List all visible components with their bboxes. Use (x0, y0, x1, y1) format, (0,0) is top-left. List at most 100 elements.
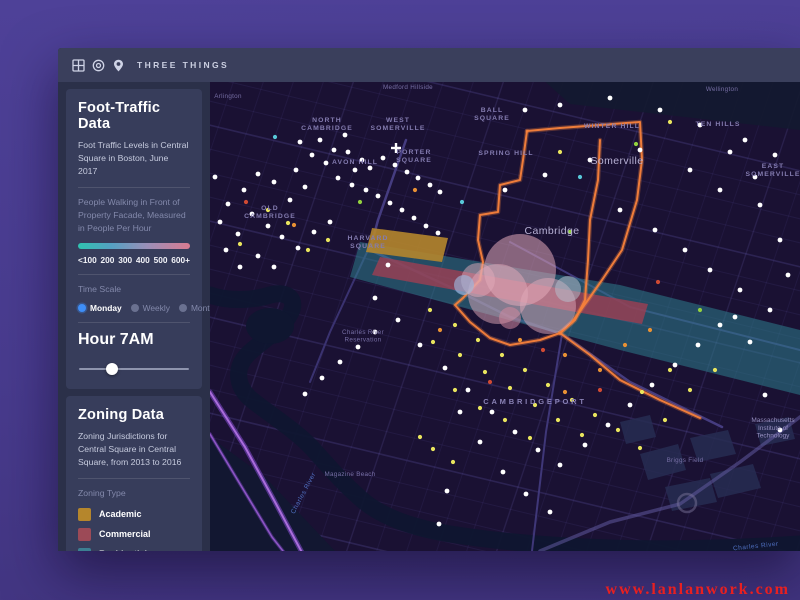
map-dot-w[interactable] (296, 246, 301, 251)
map-dot-w[interactable] (763, 393, 768, 398)
map-dot-y[interactable] (326, 238, 330, 242)
map-dot-w[interactable] (266, 224, 271, 229)
map-dot-w[interactable] (428, 183, 433, 188)
map-dot-w[interactable] (288, 198, 293, 203)
map-dot-w[interactable] (280, 235, 285, 240)
map-dot-w[interactable] (320, 376, 325, 381)
map-dot-w[interactable] (673, 363, 678, 368)
map-dot-y[interactable] (523, 368, 527, 372)
map-dot-w[interactable] (412, 216, 417, 221)
map-dot-b[interactable] (578, 175, 582, 179)
map-dot-w[interactable] (272, 265, 277, 270)
map-dot-w[interactable] (368, 166, 373, 171)
map-dot-w[interactable] (768, 308, 773, 313)
map-dot-r[interactable] (244, 200, 248, 204)
map-dot-w[interactable] (758, 203, 763, 208)
map-dot-g[interactable] (698, 308, 702, 312)
map-dot-w[interactable] (773, 153, 778, 158)
map-dot-w[interactable] (708, 268, 713, 273)
map-dot-y[interactable] (238, 242, 242, 246)
map-dot-o[interactable] (292, 223, 296, 227)
map-dot-w[interactable] (786, 273, 791, 278)
map-dot-r[interactable] (598, 388, 602, 392)
map-dot-w[interactable] (350, 183, 355, 188)
map-dot-w[interactable] (256, 172, 261, 177)
map-dot-w[interactable] (438, 190, 443, 195)
map-dot-y[interactable] (593, 413, 597, 417)
map-dot-w[interactable] (501, 470, 506, 475)
map-dot-w[interactable] (513, 430, 518, 435)
map-dot-w[interactable] (338, 360, 343, 365)
map-dot-y[interactable] (616, 428, 620, 432)
map-dot-y[interactable] (508, 386, 512, 390)
map-dot-w[interactable] (743, 138, 748, 143)
map-dot-w[interactable] (558, 103, 563, 108)
map-dot-w[interactable] (303, 185, 308, 190)
time-option-weekly[interactable]: Weekly (131, 303, 170, 313)
map-dot-y[interactable] (663, 418, 667, 422)
map-dot-w[interactable] (683, 248, 688, 253)
map-dot-w[interactable] (238, 265, 243, 270)
hour-slider-thumb[interactable] (106, 363, 118, 375)
map-dot-w[interactable] (733, 315, 738, 320)
map-dot-y[interactable] (453, 388, 457, 392)
map-dot-g[interactable] (358, 200, 362, 204)
pin-icon[interactable] (111, 58, 125, 72)
map-dot-o[interactable] (563, 353, 567, 357)
hour-slider[interactable] (79, 363, 189, 375)
map-dot-o[interactable] (438, 328, 442, 332)
map-dot-w[interactable] (443, 366, 448, 371)
map-dot-w[interactable] (748, 340, 753, 345)
map-dot-w[interactable] (386, 263, 391, 268)
map-dot-y[interactable] (556, 418, 560, 422)
map-dot-y[interactable] (431, 340, 435, 344)
map-dot-w[interactable] (416, 176, 421, 181)
map-dot-y[interactable] (503, 418, 507, 422)
map-dot-w[interactable] (503, 188, 508, 193)
map-dot-w[interactable] (396, 318, 401, 323)
map-dot-w[interactable] (256, 254, 261, 259)
map-dot-w[interactable] (272, 180, 277, 185)
map-area[interactable]: ArlingtonMedford HillsideWellingtonWESTS… (210, 82, 800, 551)
traffic-bubble[interactable] (454, 275, 474, 295)
map-dot-y[interactable] (528, 436, 532, 440)
map-canvas[interactable]: ArlingtonMedford HillsideWellingtonWESTS… (210, 82, 800, 551)
map-dot-r[interactable] (656, 280, 660, 284)
map-dot-w[interactable] (466, 388, 471, 393)
map-dot-w[interactable] (688, 168, 693, 173)
map-dot-w[interactable] (218, 220, 223, 225)
map-dot-w[interactable] (376, 194, 381, 199)
map-dot-y[interactable] (458, 353, 462, 357)
map-dot-y[interactable] (500, 353, 504, 357)
map-dot-w[interactable] (242, 188, 247, 193)
map-dot-w[interactable] (312, 230, 317, 235)
map-dot-w[interactable] (224, 248, 229, 253)
map-dot-y[interactable] (431, 447, 435, 451)
map-dot-w[interactable] (318, 138, 323, 143)
map-dot-w[interactable] (738, 288, 743, 293)
map-dot-y[interactable] (580, 433, 584, 437)
map-dot-o[interactable] (598, 368, 602, 372)
map-dot-y[interactable] (668, 368, 672, 372)
map-dot-y[interactable] (476, 338, 480, 342)
map-dot-g[interactable] (634, 142, 638, 146)
map-dot-w[interactable] (445, 489, 450, 494)
map-dot-y[interactable] (640, 390, 644, 394)
map-dot-w[interactable] (458, 410, 463, 415)
map-dot-y[interactable] (306, 248, 310, 252)
map-dot-r[interactable] (541, 348, 545, 352)
map-dot-r[interactable] (488, 380, 492, 384)
map-dot-w[interactable] (328, 220, 333, 225)
map-dot-w[interactable] (436, 231, 441, 236)
map-dot-o[interactable] (413, 188, 417, 192)
map-dot-w[interactable] (478, 440, 483, 445)
map-dot-w[interactable] (213, 175, 218, 180)
map-dot-w[interactable] (353, 168, 358, 173)
map-dot-w[interactable] (583, 443, 588, 448)
map-dot-w[interactable] (548, 510, 553, 515)
map-dot-o[interactable] (648, 328, 652, 332)
map-dot-w[interactable] (778, 238, 783, 243)
map-dot-o[interactable] (563, 390, 567, 394)
map-dot-y[interactable] (558, 150, 562, 154)
map-dot-w[interactable] (400, 208, 405, 213)
